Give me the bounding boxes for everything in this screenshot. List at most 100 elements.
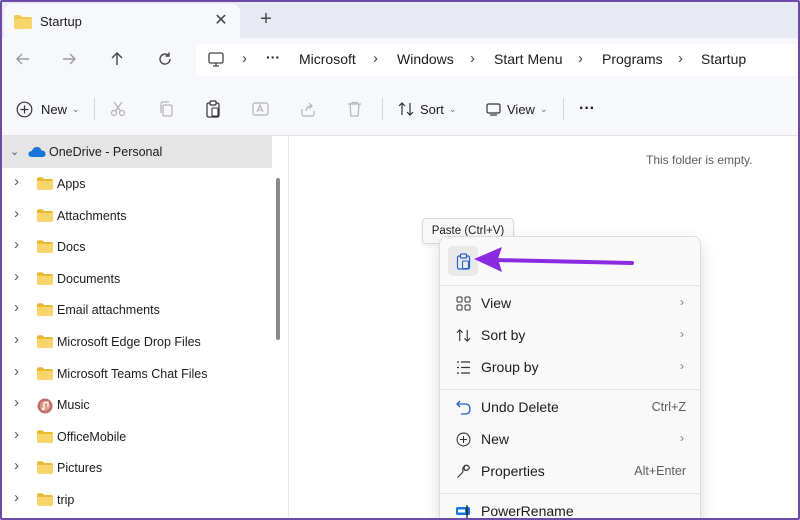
chevron-right-icon[interactable]: ›	[14, 173, 19, 190]
group-icon	[454, 358, 472, 376]
share-button[interactable]	[300, 96, 316, 122]
menu-item-group-by[interactable]: Group by ›	[440, 351, 700, 383]
tab-startup[interactable]: Startup ✕	[4, 4, 240, 38]
tree-item-email-attachments[interactable]: › Email attachments	[2, 294, 272, 326]
view-icon	[486, 102, 501, 116]
context-menu: View › Sort by › Group by › Undo Delete …	[439, 236, 701, 518]
menu-item-label: Group by	[481, 359, 539, 375]
tree-item-apps[interactable]: › Apps	[2, 168, 272, 200]
tree-item-microsoft-teams-chat-files[interactable]: › Microsoft Teams Chat Files	[2, 358, 272, 390]
forward-button[interactable]	[56, 46, 82, 72]
tree-item-pictures[interactable]: › Pictures	[2, 452, 272, 484]
chevron-right-icon[interactable]: ›	[14, 394, 19, 411]
undo-icon	[454, 398, 472, 416]
folder-icon	[37, 303, 53, 319]
chevron-down-icon[interactable]: ⌄	[10, 145, 19, 158]
folder-icon	[37, 430, 53, 446]
pane-divider[interactable]	[288, 136, 289, 518]
tree-item-label: trip	[57, 493, 75, 507]
tree-item-music[interactable]: › Music	[2, 389, 272, 421]
new-tab-button[interactable]: +	[256, 8, 276, 30]
cut-button[interactable]	[110, 96, 126, 122]
see-more-button[interactable]: ···	[579, 96, 595, 122]
more-icon: ···	[579, 100, 595, 117]
tree-item-trip[interactable]: › trip	[2, 484, 272, 516]
new-button[interactable]: New ⌄	[16, 96, 80, 122]
share-icon	[301, 102, 315, 117]
breadcrumb-more[interactable]: ···	[266, 49, 280, 65]
tree-item-label: Attachments	[57, 208, 127, 223]
breadcrumb-microsoft[interactable]: Microsoft	[299, 51, 356, 67]
refresh-button[interactable]	[152, 46, 178, 72]
tree-item-label: Microsoft Teams Chat Files	[57, 366, 208, 381]
file-explorer-window: Startup ✕ + › ··· Microsoft › Windows ›	[0, 0, 800, 520]
scrollbar[interactable]	[276, 178, 280, 340]
music-icon	[37, 398, 53, 417]
folder-icon	[14, 15, 32, 32]
chevron-right-icon: ›	[578, 50, 583, 67]
scissors-icon	[110, 101, 126, 117]
copy-button[interactable]	[158, 96, 174, 122]
chevron-right-icon[interactable]: ›	[14, 363, 19, 380]
menu-item-undo-delete[interactable]: Undo Delete Ctrl+Z	[440, 391, 700, 423]
chevron-right-icon[interactable]: ›	[14, 268, 19, 285]
plus-circle-icon	[16, 101, 33, 117]
navigation-pane: ⌄ OneDrive - Personal › Apps › Attachments ›…	[2, 136, 272, 518]
up-button[interactable]	[104, 46, 130, 72]
back-button[interactable]	[10, 46, 36, 72]
chevron-right-icon[interactable]: ›	[14, 426, 19, 443]
chevron-right-icon[interactable]: ›	[14, 457, 19, 474]
chevron-right-icon[interactable]: ›	[14, 299, 19, 316]
plus-circle-icon	[454, 430, 472, 448]
trash-icon	[348, 101, 361, 117]
breadcrumb-windows[interactable]: Windows	[397, 51, 454, 67]
navigation-bar: › ··· Microsoft › Windows › Start Menu ›…	[2, 38, 798, 82]
tree-item-docs[interactable]: › Docs	[2, 231, 272, 263]
tree-item-microsoft-edge-drop-files[interactable]: › Microsoft Edge Drop Files	[2, 326, 272, 358]
delete-button[interactable]	[347, 96, 362, 122]
tree-item-onedrive[interactable]: ⌄ OneDrive - Personal	[2, 136, 272, 168]
tree-item-label: Apps	[57, 177, 86, 191]
breadcrumb-programs[interactable]: Programs	[602, 51, 663, 67]
tree-item-label: Music	[57, 398, 90, 413]
chevron-down-icon: ⌄	[72, 103, 80, 114]
chevron-right-icon: ›	[678, 50, 683, 67]
sort-label: Sort	[420, 101, 444, 117]
menu-item-shortcut: Ctrl+Z	[651, 400, 686, 414]
chevron-right-icon[interactable]: ›	[14, 489, 19, 506]
close-icon[interactable]: ✕	[212, 12, 230, 30]
sort-button[interactable]: Sort ⌄	[398, 96, 456, 122]
address-bar[interactable]: › ··· Microsoft › Windows › Start Menu ›…	[196, 44, 798, 76]
menu-item-properties[interactable]: Properties Alt+Enter	[440, 455, 700, 487]
tree-item-officemobile[interactable]: › OfficeMobile	[2, 421, 272, 453]
rename-icon	[252, 102, 269, 116]
tree-item-attachments[interactable]: › Attachments	[2, 200, 272, 232]
tree-item-documents[interactable]: › Documents	[2, 263, 272, 295]
command-bar: New ⌄ Sort ⌄ View ⌄ ···	[2, 82, 798, 136]
menu-item-view[interactable]: View ›	[440, 287, 700, 319]
chevron-right-icon: ›	[470, 50, 475, 67]
divider	[382, 98, 383, 120]
tree-item-label: OfficeMobile	[57, 429, 127, 444]
computer-icon	[208, 52, 224, 70]
tree-item-label: Pictures	[57, 461, 103, 476]
breadcrumb-start-menu[interactable]: Start Menu	[494, 51, 562, 67]
chevron-right-icon[interactable]: ›	[14, 331, 19, 348]
rename-button[interactable]	[252, 96, 269, 122]
chevron-right-icon[interactable]: ›	[14, 236, 19, 253]
chevron-right-icon: ›	[680, 431, 684, 445]
menu-item-powerrename[interactable]: PowerRename	[440, 495, 700, 518]
arrow-up-icon	[111, 52, 123, 65]
paste-button[interactable]	[205, 96, 221, 122]
menu-item-new[interactable]: New ›	[440, 423, 700, 455]
folder-icon	[37, 461, 53, 477]
wrench-icon	[454, 462, 472, 480]
grid-icon	[454, 294, 472, 312]
chevron-right-icon[interactable]: ›	[14, 205, 19, 222]
breadcrumb-startup[interactable]: Startup	[701, 51, 746, 67]
chevron-down-icon: ⌄	[448, 103, 457, 114]
menu-item-label: Properties	[481, 463, 545, 479]
arrow-right-icon	[63, 53, 76, 65]
menu-item-sort-by[interactable]: Sort by ›	[440, 319, 700, 351]
view-button[interactable]: View ⌄	[486, 96, 548, 122]
